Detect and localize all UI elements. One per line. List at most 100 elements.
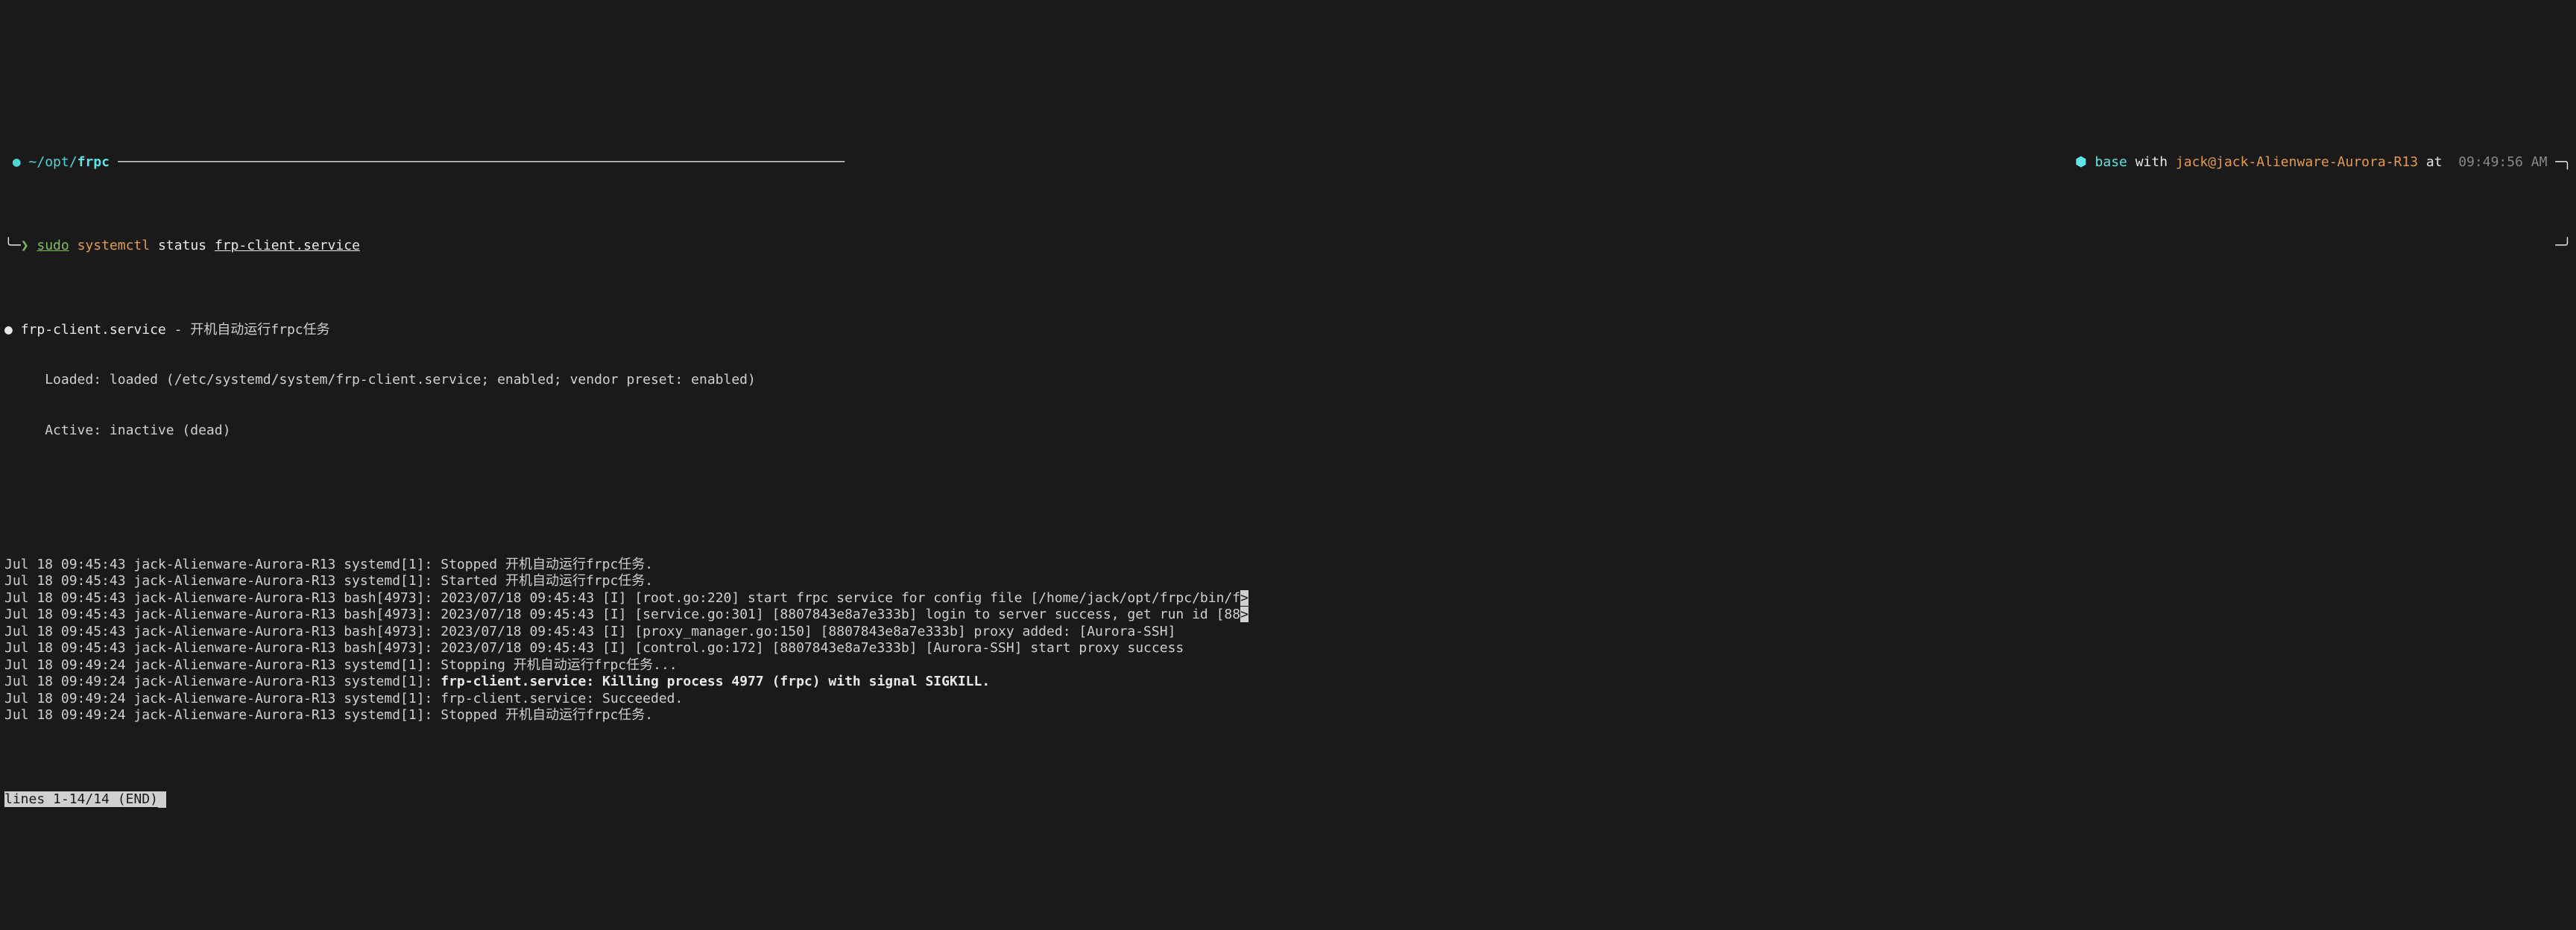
status-unit-line: ● frp-client.service - 开机自动运行frpc任务 — [4, 322, 2572, 339]
conda-env: base — [2095, 154, 2127, 171]
clock-time: 09:49:56 AM — [2458, 154, 2547, 171]
log-host: jack-Alienware-Aurora-R13 — [133, 607, 335, 622]
cmd-status: status — [158, 238, 206, 255]
log-timestamp: Jul 18 09:45:43 — [4, 590, 126, 606]
log-timestamp: Jul 18 09:49:24 — [4, 691, 126, 706]
loaded-value: loaded (/etc/systemd/system/frp-client.s… — [110, 372, 756, 388]
corner-bottom-left-icon: ╰─ — [4, 238, 21, 255]
status-unit: frp-client.service — [21, 322, 166, 338]
command-line[interactable]: ╰─ ❯ sudo systemctl status frp-client.se… — [4, 238, 2572, 255]
log-timestamp: Jul 18 09:45:43 — [4, 573, 126, 589]
log-process: systemd[1]: — [344, 557, 432, 572]
user-host: jack@jack-Alienware-Aurora-R13 — [2176, 154, 2418, 171]
log-process: bash[4973]: — [344, 590, 432, 606]
log-process: systemd[1]: — [344, 573, 432, 589]
log-timestamp: Jul 18 09:49:24 — [4, 707, 126, 723]
spacer — [2450, 154, 2458, 171]
bullet-icon: ● — [4, 322, 13, 338]
cursor-icon — [158, 791, 166, 809]
log-host: jack-Alienware-Aurora-R13 — [133, 674, 335, 689]
spacer — [4, 154, 13, 171]
active-label: Active: — [45, 423, 101, 438]
log-host: jack-Alienware-Aurora-R13 — [133, 573, 335, 589]
log-msg: 2023/07/18 09:45:43 [I] [control.go:172]… — [441, 640, 1184, 656]
spacer — [2127, 154, 2135, 171]
log-line: Jul 18 09:45:43 jack-Alienware-Aurora-R1… — [4, 573, 2572, 590]
terminal-window[interactable]: ● ~/opt/frpc ───────────────────────────… — [0, 84, 2576, 847]
blank-line — [4, 472, 2572, 490]
log-host: jack-Alienware-Aurora-R13 — [133, 657, 335, 673]
prompt-header-top: ● ~/opt/frpc ───────────────────────────… — [4, 154, 2572, 171]
log-msg: Stopped 开机自动运行frpc任务. — [441, 707, 653, 723]
prompt-char-icon: ❯ — [21, 238, 29, 255]
status-loaded-line: Loaded: loaded (/etc/systemd/system/frp-… — [4, 372, 2572, 389]
log-line: Jul 18 09:45:43 jack-Alienware-Aurora-R1… — [4, 624, 2572, 641]
log-msg: Stopping 开机自动运行frpc任务... — [441, 657, 677, 673]
spacer — [206, 238, 215, 255]
log-output[interactable]: Jul 18 09:45:43 jack-Alienware-Aurora-R1… — [4, 557, 2572, 724]
spacer — [2168, 154, 2176, 171]
spacer — [29, 238, 37, 255]
status-active-line: Active: inactive (dead) — [4, 423, 2572, 440]
pager-status: lines 1-14/14 (END) — [4, 791, 158, 807]
log-timestamp: Jul 18 09:45:43 — [4, 624, 126, 639]
log-msg: frp-client.service: Succeeded. — [441, 691, 683, 706]
log-timestamp: Jul 18 09:45:43 — [4, 607, 126, 622]
log-msg: 2023/07/18 09:45:43 [I] [root.go:220] st… — [441, 590, 1240, 606]
spacer — [2087, 154, 2095, 171]
log-msg: Started 开机自动运行frpc任务. — [441, 573, 653, 589]
cmd-unit: frp-client.service — [215, 238, 360, 255]
log-line: Jul 18 09:49:24 jack-Alienware-Aurora-R1… — [4, 657, 2572, 674]
horizontal-rule: ────────────────────────────────────────… — [118, 154, 2067, 171]
spacer — [2418, 154, 2426, 171]
log-host: jack-Alienware-Aurora-R13 — [133, 590, 335, 606]
cwd-leaf: frpc — [78, 154, 110, 171]
log-host: jack-Alienware-Aurora-R13 — [133, 640, 335, 656]
log-msg: 2023/07/18 09:45:43 [I] [service.go:301]… — [441, 607, 1240, 622]
spacer — [2067, 154, 2075, 171]
log-process: systemd[1]: — [344, 707, 432, 723]
with-label: with — [2135, 154, 2168, 171]
log-process: bash[4973]: — [344, 624, 432, 639]
log-host: jack-Alienware-Aurora-R13 — [133, 557, 335, 572]
truncation-icon: > — [1240, 590, 1248, 606]
log-process: systemd[1]: — [344, 657, 432, 673]
spacer — [150, 238, 158, 255]
log-host: jack-Alienware-Aurora-R13 — [133, 691, 335, 706]
status-description: 开机自动运行frpc任务 — [190, 322, 329, 338]
log-msg: 2023/07/18 09:45:43 [I] [proxy_manager.g… — [441, 624, 1175, 639]
log-line: Jul 18 09:49:24 jack-Alienware-Aurora-R1… — [4, 691, 2572, 708]
corner-right-icon: ─╮ — [2555, 154, 2572, 171]
spacer — [2547, 154, 2555, 171]
spacer — [21, 154, 29, 171]
log-process: bash[4973]: — [344, 607, 432, 622]
spacer — [69, 238, 78, 255]
log-line: Jul 18 09:45:43 jack-Alienware-Aurora-R1… — [4, 640, 2572, 657]
spacer — [2443, 154, 2451, 171]
log-process: bash[4973]: — [344, 640, 432, 656]
active-value: inactive (dead) — [110, 423, 231, 438]
spacer — [110, 154, 118, 171]
truncation-icon: > — [1240, 607, 1248, 622]
cwd-path: ~/opt/ — [29, 154, 78, 171]
loaded-label: Loaded: — [45, 372, 101, 388]
cmd-sudo: sudo — [37, 238, 69, 255]
log-timestamp: Jul 18 09:49:24 — [4, 657, 126, 673]
log-process: systemd[1]: — [344, 691, 432, 706]
cmd-systemctl: systemctl — [78, 238, 151, 255]
log-host: jack-Alienware-Aurora-R13 — [133, 707, 335, 723]
log-host: jack-Alienware-Aurora-R13 — [133, 624, 335, 639]
dot-icon: ● — [13, 154, 21, 171]
log-msg: Stopped 开机自动运行frpc任务. — [441, 557, 653, 572]
log-process: systemd[1]: — [344, 674, 432, 689]
at-label: at — [2426, 154, 2443, 171]
log-line: Jul 18 09:45:43 jack-Alienware-Aurora-R1… — [4, 557, 2572, 574]
log-line: Jul 18 09:49:24 jack-Alienware-Aurora-R1… — [4, 674, 2572, 691]
log-timestamp: Jul 18 09:49:24 — [4, 674, 126, 689]
log-timestamp: Jul 18 09:45:43 — [4, 557, 126, 572]
log-line: Jul 18 09:45:43 jack-Alienware-Aurora-R1… — [4, 607, 2572, 624]
log-line: Jul 18 09:49:24 jack-Alienware-Aurora-R1… — [4, 707, 2572, 724]
pager-status-line[interactable]: lines 1-14/14 (END) — [4, 791, 2572, 809]
log-timestamp: Jul 18 09:45:43 — [4, 640, 126, 656]
dash: - — [174, 322, 183, 338]
